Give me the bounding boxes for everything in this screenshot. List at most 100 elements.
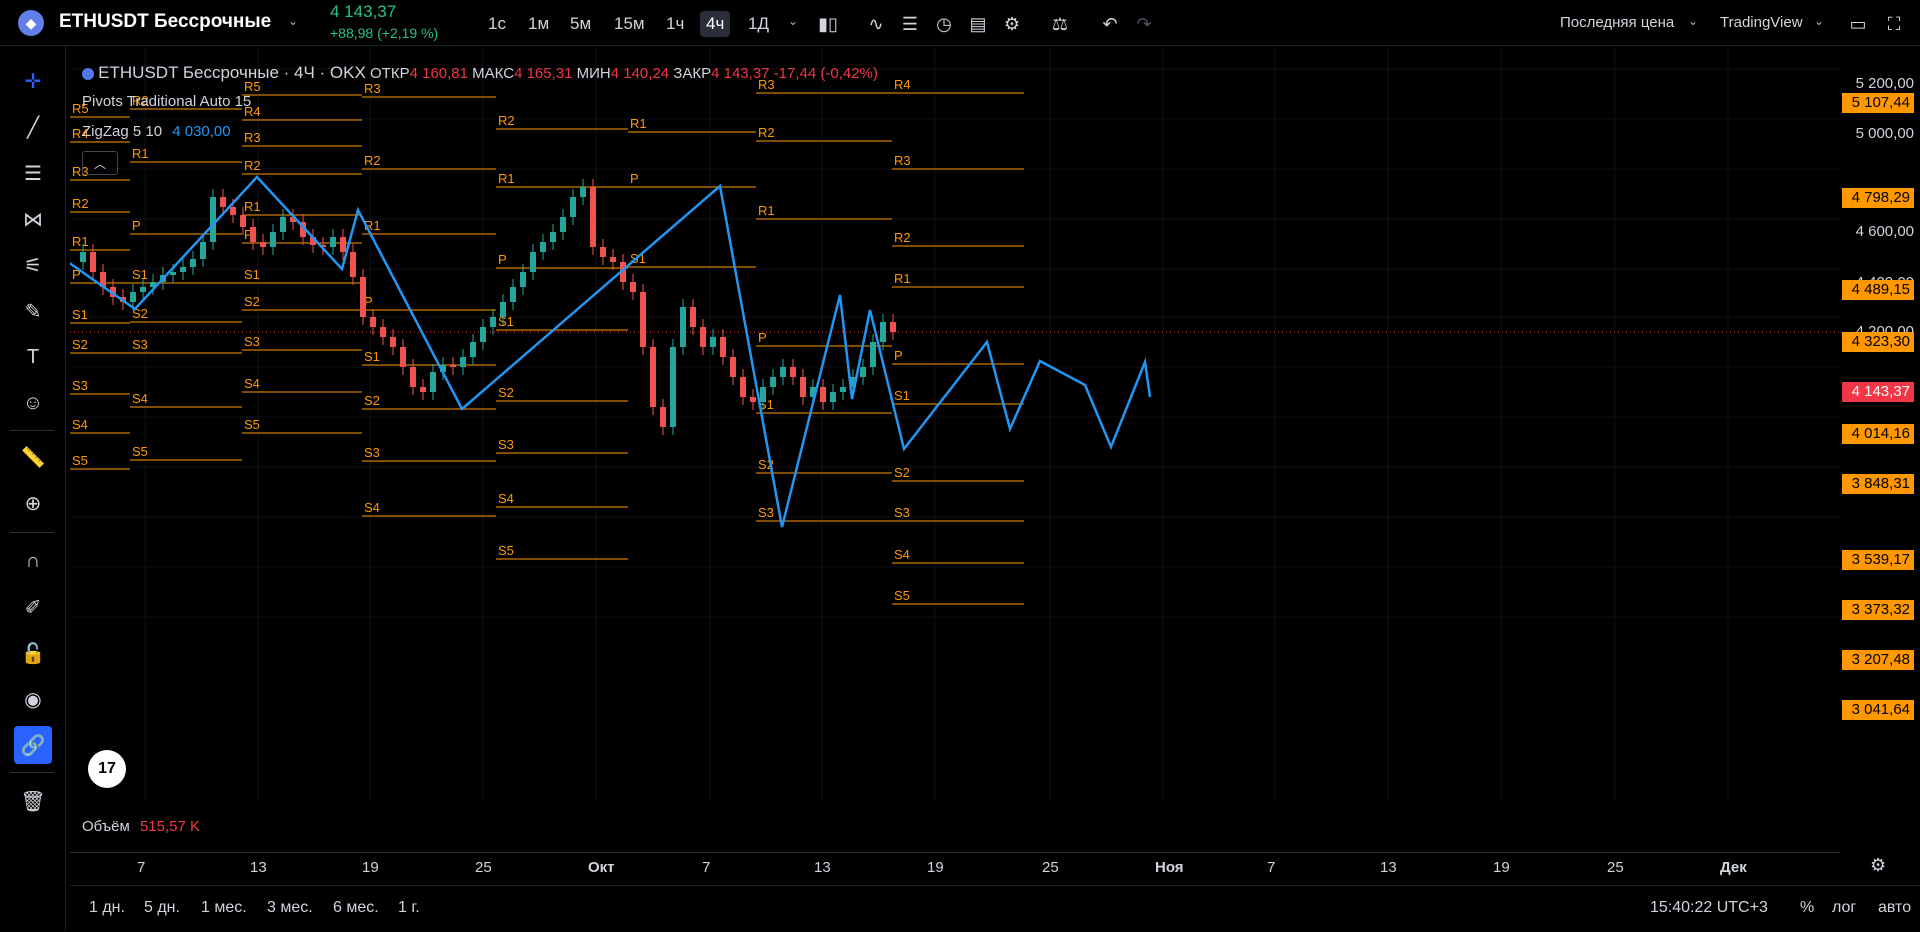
timeframe-1m[interactable]: 1м (522, 11, 555, 37)
range-3m[interactable]: 3 мес. (267, 899, 313, 917)
timeframe-4h[interactable]: 4ч (700, 11, 731, 37)
timeframe-1s[interactable]: 1с (482, 11, 512, 37)
candle-body (730, 357, 736, 377)
timeframe-5m[interactable]: 5м (564, 11, 597, 37)
range-1m[interactable]: 1 мес. (201, 899, 247, 917)
chevron-down-icon[interactable]: ⌄ (288, 14, 298, 28)
range-5d[interactable]: 5 дн. (144, 899, 180, 917)
range-1y[interactable]: 1 г. (398, 899, 420, 917)
range-6m[interactable]: 6 мес. (333, 899, 379, 917)
candle-body (800, 377, 806, 397)
layout-icon[interactable]: ▭ (1846, 12, 1870, 36)
templates-icon[interactable]: ☰ (898, 12, 922, 36)
redo-icon[interactable]: ↷ (1132, 12, 1156, 36)
emoji-icon[interactable]: ☺ (14, 384, 52, 422)
auto-toggle[interactable]: авто (1878, 899, 1911, 917)
chevron-down-icon[interactable]: ⌄ (1814, 14, 1824, 28)
drawing-toolbar: ✛ ╱ ☰ ⋈ ⚟ ✎ T ☺ 📏 ⊕ ∩ ✐ 🔓 ◉ 🔗 🗑 (0, 46, 66, 931)
pattern-icon[interactable]: ⋈ (14, 200, 52, 238)
candle-body (190, 259, 196, 267)
magnet-icon[interactable]: ∩ (14, 542, 52, 580)
pivot-label: S1 (72, 307, 88, 322)
candle-style-icon[interactable]: ▮▯ (816, 12, 840, 36)
price-chart[interactable]: R5R4R3R2R1PS1S2S3S4S5R2R1PS1S2S3S4S5R5R4… (70, 47, 1840, 802)
pivot-label: S5 (132, 444, 148, 459)
indicators-icon[interactable]: ∿ (864, 12, 888, 36)
trash-icon[interactable]: 🗑 (14, 782, 52, 820)
pivot-label: R1 (894, 271, 911, 286)
candle-body (580, 187, 586, 197)
crosshair-icon[interactable]: ✛ (14, 62, 52, 100)
ethereum-icon: ◆ (18, 10, 44, 36)
indicator-zigzag[interactable]: ZigZag 5 10 4 030,00 (82, 123, 231, 140)
price-badge: 4 014,16 (1842, 424, 1914, 444)
text-icon[interactable]: T (14, 338, 52, 376)
pivot-label: S1 (244, 267, 260, 282)
price-badge: 4 143,37 (1842, 382, 1914, 402)
chevron-down-icon[interactable]: ⌄ (1688, 14, 1698, 28)
range-1d[interactable]: 1 дн. (89, 899, 125, 917)
undo-icon[interactable]: ↶ (1098, 12, 1122, 36)
tradingview-logo[interactable]: 17 (88, 750, 126, 788)
price-badge: 3 848,31 (1842, 474, 1914, 494)
fullscreen-icon[interactable]: ⛶ (1882, 12, 1906, 36)
pivot-label: R3 (244, 130, 261, 145)
pivot-label: S1 (894, 388, 910, 403)
eye-icon[interactable]: ◉ (14, 680, 52, 718)
zoom-icon[interactable]: ⊕ (14, 484, 52, 522)
clock[interactable]: 15:40:22 UTC+3 (1650, 899, 1768, 917)
candle-body (840, 387, 846, 392)
axis-settings-icon[interactable]: ⚙ (1870, 855, 1886, 876)
indicator-pivots[interactable]: Pivots Traditional Auto 15 (82, 93, 251, 110)
time-tick: 7 (702, 859, 711, 876)
timeframe-1h[interactable]: 1ч (660, 11, 690, 37)
fib-icon[interactable]: ☰ (14, 154, 52, 192)
pivot-label: S1 (364, 349, 380, 364)
pivot-label: R3 (894, 153, 911, 168)
candle-body (480, 327, 486, 342)
change-value: -17,44 (-0,42%) (773, 65, 878, 82)
candle-body (630, 282, 636, 292)
unlock-icon[interactable]: 🔓 (14, 634, 52, 672)
price-type-select[interactable]: Последняя цена (1560, 14, 1674, 31)
time-axis[interactable]: 7 13 19 25 Окт 7 13 19 25 Ноя 7 13 19 25 Дек (70, 852, 1840, 880)
replay-icon[interactable]: ▤ (966, 12, 990, 36)
ruler-icon[interactable]: 📏 (14, 438, 52, 476)
link-icon[interactable]: 🔗 (14, 726, 52, 764)
low-value: 4 140,24 (610, 65, 670, 82)
candle-body (130, 292, 136, 302)
pivot-label: P (758, 330, 767, 345)
settings-icon[interactable]: ⚙ (1000, 12, 1024, 36)
pivot-label: S3 (894, 505, 910, 520)
candle-body (180, 267, 186, 272)
candle-body (430, 372, 436, 392)
brand-select[interactable]: TradingView (1720, 14, 1803, 31)
pivot-label: S5 (498, 543, 514, 558)
price-badge: 3 041,64 (1842, 700, 1914, 720)
forecast-icon[interactable]: ⚟ (14, 246, 52, 284)
candle-body (590, 187, 596, 247)
timeframe-dropdown-icon[interactable]: ⌄ (788, 14, 798, 28)
time-tick: 25 (1607, 859, 1624, 876)
timeframe-1d[interactable]: 1Д (742, 11, 775, 37)
symbol-name[interactable]: ETHUSDT Бессрочные (59, 11, 271, 33)
high-label: МАКС (472, 65, 515, 82)
lock-drawing-icon[interactable]: ✐ (14, 588, 52, 626)
collapse-legend-button[interactable]: ︿ (82, 151, 118, 175)
time-tick: 13 (250, 859, 267, 876)
candle-body (510, 287, 516, 302)
chart-legend: ETHUSDT Бессрочные · 4Ч · OKX ОТКР4 160,… (82, 63, 878, 83)
trendline-icon[interactable]: ╱ (14, 108, 52, 146)
brush-icon[interactable]: ✎ (14, 292, 52, 330)
compare-icon[interactable]: ⚖ (1048, 12, 1072, 36)
percent-toggle[interactable]: % (1800, 899, 1814, 917)
timeframe-15m[interactable]: 15м (608, 11, 651, 37)
candle-body (710, 337, 716, 347)
alert-icon[interactable]: ◷ (932, 12, 956, 36)
candle-body (330, 237, 336, 247)
pivot-label: R2 (244, 158, 261, 173)
candle-body (170, 272, 176, 275)
log-toggle[interactable]: лог (1832, 899, 1856, 917)
candle-body (870, 342, 876, 367)
candle-body (570, 197, 576, 217)
